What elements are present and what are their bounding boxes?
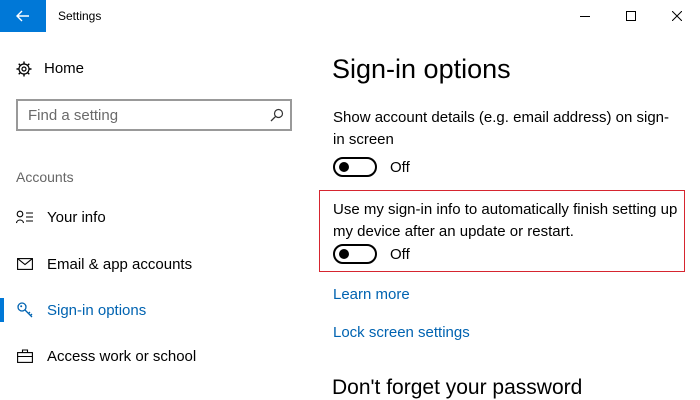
back-button[interactable]	[0, 0, 46, 32]
briefcase-icon	[16, 348, 34, 364]
maximize-button[interactable]	[608, 0, 654, 32]
setting-toggle-row: Off	[333, 157, 410, 177]
search-box	[16, 99, 292, 131]
sidebar-item-label: Your info	[47, 208, 106, 226]
close-button[interactable]	[654, 0, 700, 32]
accounts-section-label: Accounts	[16, 169, 74, 185]
minimize-icon	[580, 16, 590, 17]
sidebar-item-label: Email & app accounts	[47, 255, 193, 273]
sidebar-item-label: Access work or school	[47, 347, 197, 365]
toggle-state-label: Off	[390, 158, 410, 176]
home-label: Home	[44, 60, 85, 77]
active-indicator	[0, 298, 4, 322]
maximize-icon	[626, 11, 636, 21]
finish-setup-toggle[interactable]	[333, 244, 377, 264]
sidebar-item-label: Sign-in options	[47, 301, 147, 319]
sidebar-item-email-app-accounts[interactable]: Email & app accounts	[0, 244, 310, 284]
gear-icon	[16, 61, 32, 76]
sidebar-item-access-work-or-school[interactable]: Access work or school	[0, 336, 310, 376]
toggle-state-label: Off	[390, 245, 410, 263]
envelope-icon	[16, 256, 34, 272]
close-icon	[672, 11, 682, 21]
account-details-toggle[interactable]	[333, 157, 377, 177]
minimize-button[interactable]	[562, 0, 608, 32]
setting-description: Use my sign-in info to automatically fin…	[333, 201, 678, 240]
learn-more-link[interactable]: Learn more	[333, 286, 410, 303]
section-heading: Don't forget your password	[332, 376, 583, 399]
lock-screen-settings-link[interactable]: Lock screen settings	[333, 324, 470, 341]
back-arrow-icon	[16, 10, 29, 22]
window-title: Settings	[58, 9, 102, 23]
title-bar: Settings	[0, 0, 700, 32]
person-list-icon	[16, 209, 34, 225]
home-nav-item[interactable]: Home	[16, 60, 84, 77]
key-icon	[16, 302, 34, 318]
setting-toggle-row: Off	[333, 244, 410, 264]
search-icon[interactable]	[270, 108, 284, 122]
page-title: Sign-in options	[332, 54, 511, 84]
setting-description: Show account details (e.g. email address…	[333, 109, 670, 148]
toggle-knob	[339, 249, 349, 259]
search-input[interactable]	[18, 101, 268, 129]
toggle-knob	[339, 162, 349, 172]
sidebar-item-sign-in-options[interactable]: Sign-in options	[0, 290, 310, 330]
sidebar-item-your-info[interactable]: Your info	[0, 197, 310, 237]
